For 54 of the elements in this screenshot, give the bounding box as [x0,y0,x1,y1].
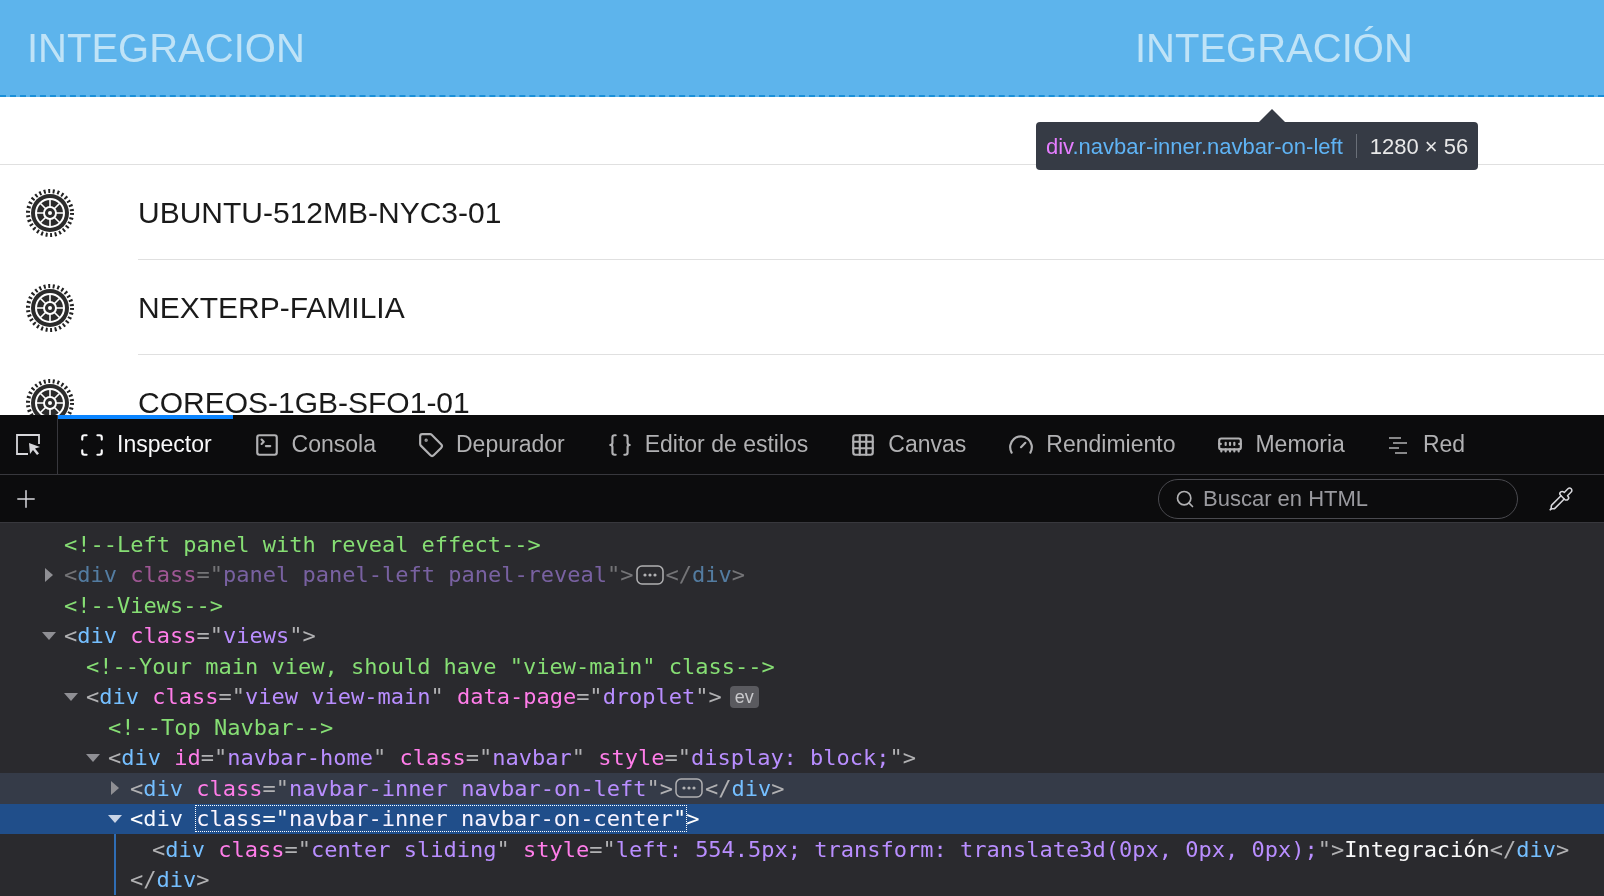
gear-icon [25,187,75,238]
markup-row[interactable]: <!--Top Navbar--> [0,712,1604,743]
markup-row[interactable]: <!--Your main view, should have "view-main" class--> [0,651,1604,682]
markup-text: <div class="navbar-inner navbar-on-left"> [130,774,674,803]
grid-icon [850,431,877,458]
search-field[interactable]: Buscar en HTML [1158,478,1518,519]
braces-icon [606,431,633,458]
markup-row[interactable]: <div class="center sliding" style="left: 554.5px; transform: translate3d(0px, 0px, 0px);">Integración</div> [0,834,1604,865]
search-icon [1175,488,1195,509]
markup-row[interactable]: <div class="views"> [0,620,1604,651]
markup-row[interactable]: <div class="navbar-inner navbar-on-center"> [0,803,1604,834]
event-badge[interactable]: ev [729,685,759,708]
item-label: NEXTERP-FAMILIA [138,289,405,326]
markup-text: </div> [665,561,746,590]
navbar-title: INTEGRACION [27,24,305,72]
devtools-tab[interactable]: Rendimiento [987,415,1197,474]
markup-row[interactable]: <div class="view view-main" data-page="droplet"> ev [0,681,1604,712]
markup-text: <div class="panel panel-left panel-reveal"> [64,561,634,590]
tooltip-selector: div.navbar-inner.navbar-on-left [1046,132,1343,161]
item-label: UBUNTU-512MB-NYC3-01 [138,194,502,231]
search-input[interactable]: Buscar en HTML [1203,482,1501,515]
markup-text: <div class="views"> [64,622,316,651]
devtools-tab[interactable]: Depurador [397,415,586,474]
tag-icon [418,431,444,458]
gear-icon [25,282,75,333]
devtools-tab[interactable]: Memoria [1196,415,1366,474]
comment-text: <!--Left panel with reveal effect--> [64,530,541,559]
comment-text: <!--Views--> [64,591,223,620]
item-label: COREOS-1GB-SFO1-01 [138,385,470,415]
devtools-tab[interactable]: Red [1365,415,1487,474]
eyedropper-icon[interactable] [1548,485,1574,512]
markup-text: <div id="navbar-home" class="navbar" style="display: block;"> [108,744,917,773]
comment-text: <!--Top Navbar--> [108,713,334,742]
navbar-title: INTEGRACIÓN [1135,24,1413,72]
markup-row[interactable]: <!--Left panel with reveal effect--> [0,529,1604,560]
markup-row[interactable]: <!--Views--> [0,590,1604,621]
markup-text: <div class="navbar-inner navbar-on-center"> [130,805,700,834]
markup-text: </div> [705,774,785,803]
markup-text: <div class="view view-main" data-page="droplet"> [86,683,722,712]
list-item[interactable]: NEXTERP-FAMILIA [0,260,1604,355]
tooltip-size: 1280 × 56 [1369,132,1469,161]
markup-row[interactable]: <div class="navbar-inner navbar-on-left"> </div> [0,773,1604,804]
devtools-tab[interactable]: Canvas [829,415,988,474]
ellipsis-badge-icon[interactable] [675,778,704,799]
comment-text: <!--Your main view, should have "view-main" class--> [86,652,775,681]
terminal-icon [253,431,280,458]
ellipsis-badge-icon[interactable] [635,564,664,585]
devtools-tab[interactable]: Editor de estilos [585,415,830,474]
markup-text: </div> [130,866,210,895]
markup-row[interactable]: <div id="navbar-home" class="navbar" style="display: block;"> [0,742,1604,773]
markup-row[interactable]: </div> [0,864,1604,895]
devtools-tab[interactable]: Consola [232,415,397,474]
markup-text: <div class="center sliding" style="left: 554.5px; transform: translate3d(0px, 0px, 0px);">Integración</div> [152,835,1570,864]
corner-frame-icon [79,431,105,458]
